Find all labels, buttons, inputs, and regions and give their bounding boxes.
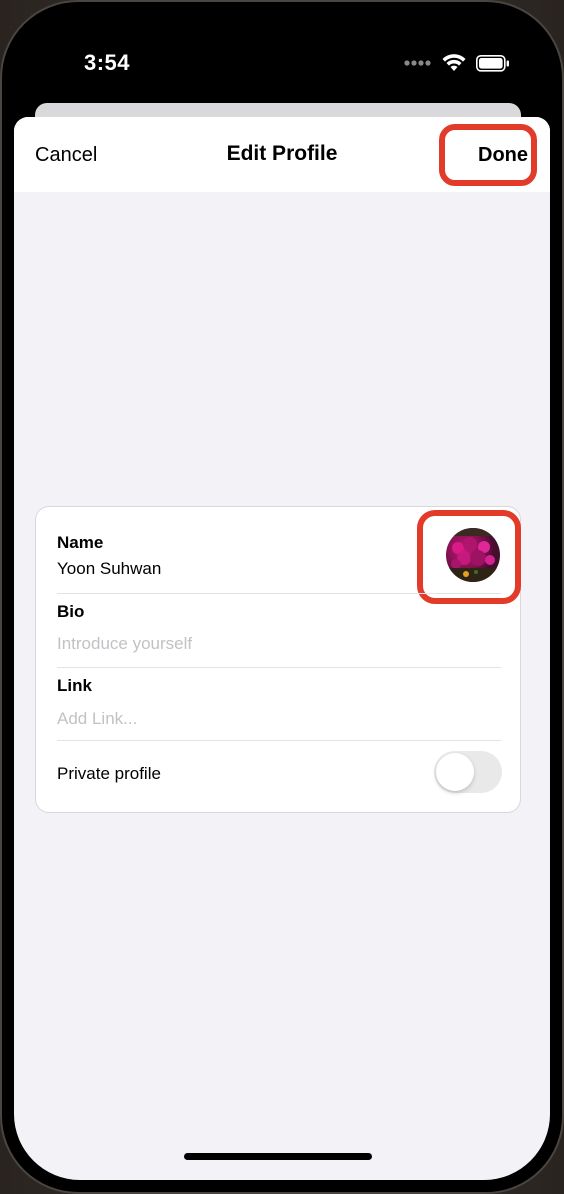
divider xyxy=(57,740,501,741)
toggle-knob xyxy=(436,753,474,791)
link-label: Link xyxy=(57,676,92,695)
divider xyxy=(57,593,501,594)
profile-form-card: Name Yoon Suhwan Bio Introduce yourself … xyxy=(35,506,521,813)
name-field[interactable]: Yoon Suhwan xyxy=(57,559,161,579)
private-profile-toggle[interactable] xyxy=(434,751,502,793)
phone-body: 3:54 Cancel Edit Profile Done Name Yoon … xyxy=(0,0,564,1194)
status-icons xyxy=(404,54,510,72)
divider xyxy=(57,667,501,668)
bio-input[interactable]: Introduce yourself xyxy=(57,634,192,654)
wifi-icon xyxy=(442,54,466,71)
bio-label: Bio xyxy=(57,602,85,621)
battery-icon xyxy=(476,54,509,72)
avatar-highlight-box xyxy=(417,510,521,604)
cellular-dots-icon xyxy=(404,60,431,66)
private-profile-label: Private profile xyxy=(57,764,161,783)
device-background: 3:54 Cancel Edit Profile Done Name Yoon … xyxy=(0,0,564,1194)
done-highlight-box xyxy=(439,124,537,186)
home-indicator xyxy=(184,1153,372,1160)
name-label: Name xyxy=(57,533,104,552)
edit-profile-sheet: Cancel Edit Profile Done Name Yoon Suhwa… xyxy=(14,117,550,1180)
status-bar: 3:54 xyxy=(14,14,550,114)
screen: 3:54 Cancel Edit Profile Done Name Yoon … xyxy=(14,14,550,1180)
link-input[interactable]: Add Link... xyxy=(57,709,137,729)
navigation-bar: Cancel Edit Profile Done xyxy=(14,117,550,192)
status-time: 3:54 xyxy=(84,50,131,75)
